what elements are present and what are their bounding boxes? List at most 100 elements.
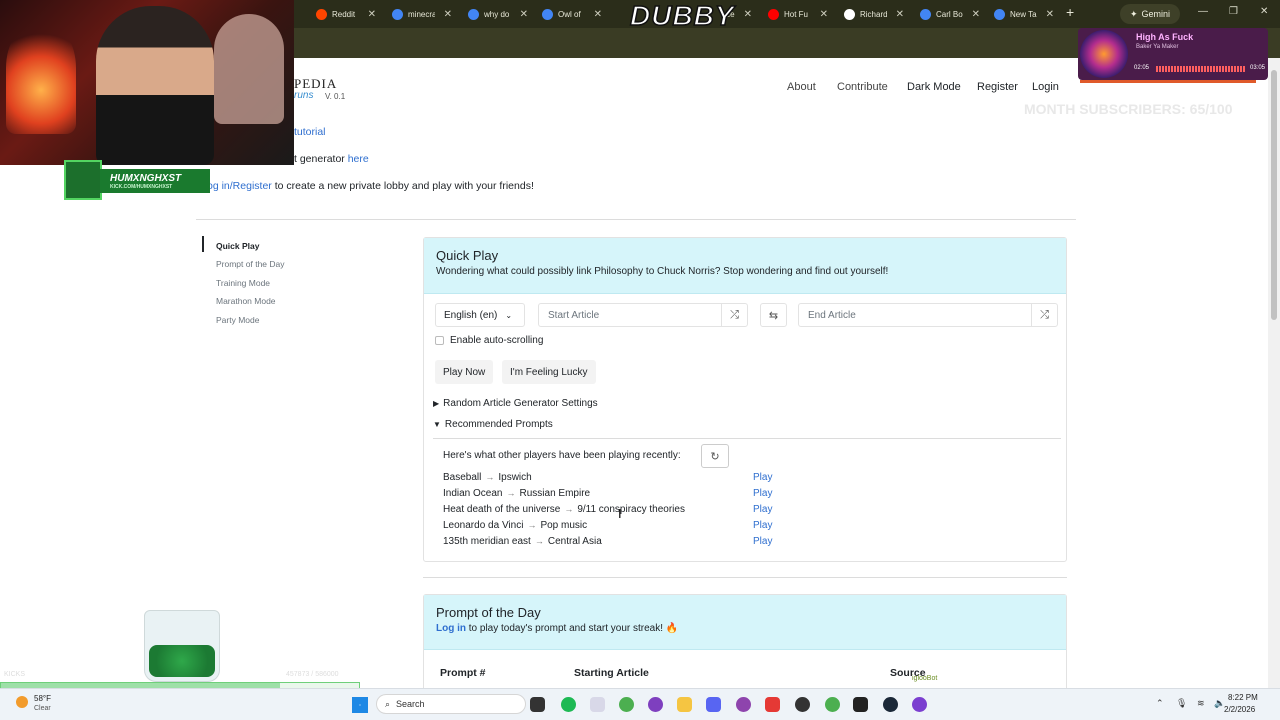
browser-tab[interactable]: Hot Fu ✕: [762, 4, 834, 24]
chrome-icon[interactable]: [619, 697, 634, 712]
quick-play-title: Quick Play: [436, 248, 499, 263]
tor-browser-icon[interactable]: [648, 697, 663, 712]
search-icon: ⌕: [385, 698, 391, 709]
taskbar-search[interactable]: ⌕ Search: [376, 694, 526, 714]
arrow-right-icon: →: [485, 472, 495, 482]
sidenav-training-mode[interactable]: Training Mode: [216, 278, 270, 288]
music-app-icon[interactable]: [590, 697, 605, 712]
browser-tab[interactable]: Owl of ✕: [536, 4, 608, 24]
browser-tab[interactable]: Richard ✕: [838, 4, 910, 24]
end-article-input[interactable]: End Article ⤮: [798, 303, 1058, 327]
close-tab-icon[interactable]: ✕: [820, 9, 828, 20]
caret-down-icon: ▼: [433, 420, 441, 429]
tray-chevron-icon[interactable]: ⌃: [1156, 698, 1164, 709]
browser-tab[interactable]: minecra ✕: [386, 4, 458, 24]
kick-badge: HUMXNGHXST KICK.COM/HUMXNGHXST: [64, 160, 210, 200]
obs-icon[interactable]: [795, 697, 810, 712]
nav-about[interactable]: About: [787, 81, 816, 93]
minimize-button[interactable]: —: [1198, 6, 1208, 17]
start-button[interactable]: [352, 697, 368, 713]
shuffle-start-icon[interactable]: ⤮: [721, 304, 747, 326]
browser-tab[interactable]: Carl Bo ✕: [914, 4, 986, 24]
play-link[interactable]: Play: [753, 472, 772, 483]
song-current-time: 02:05: [1134, 65, 1150, 71]
close-tab-icon[interactable]: ✕: [368, 9, 376, 20]
play-link[interactable]: Play: [753, 520, 772, 531]
weather-icon[interactable]: [16, 696, 28, 708]
page-scrollbar[interactable]: [1268, 58, 1280, 688]
column-header-prompt-number: Prompt #: [440, 667, 486, 679]
shuffle-end-icon[interactable]: ⤮: [1031, 304, 1057, 326]
wifi-icon[interactable]: ≋: [1197, 698, 1205, 709]
recent-prompts-label: Here's what other players have been play…: [443, 450, 681, 461]
discord-icon[interactable]: [706, 697, 721, 712]
close-tab-icon[interactable]: ✕: [1046, 9, 1054, 20]
tutorial-link[interactable]: tutorial: [294, 126, 326, 138]
close-tab-icon[interactable]: ✕: [444, 9, 452, 20]
play-now-button[interactable]: Play Now: [435, 360, 494, 384]
gemini-button[interactable]: ✦ Gemini: [1120, 4, 1181, 24]
close-tab-icon[interactable]: ✕: [520, 9, 528, 20]
browser-tab[interactable]: why do ✕: [462, 4, 534, 24]
microphone-icon[interactable]: 🎙: [1176, 698, 1187, 709]
spotify-icon[interactable]: [561, 697, 576, 712]
record-app-icon[interactable]: [765, 697, 780, 712]
start-article-input[interactable]: Start Article ⤮: [538, 303, 748, 327]
webcam-feed: [0, 0, 294, 165]
nav-dark-mode[interactable]: Dark Mode: [907, 81, 961, 93]
audio-waveform: [1156, 66, 1246, 72]
autoscroll-checkbox[interactable]: [435, 336, 444, 345]
close-window-button[interactable]: ✕: [1260, 6, 1268, 17]
chrome-active-icon[interactable]: [825, 697, 840, 712]
goal-right-label: 457873 / 586000: [286, 671, 339, 678]
language-select[interactable]: English (en) ⌄: [435, 303, 525, 327]
sidenav-prompt-of-the-day[interactable]: Prompt of the Day: [216, 259, 285, 269]
browser-tab[interactable]: Reddit ✕: [310, 4, 382, 24]
refresh-button[interactable]: ↻: [701, 444, 729, 468]
close-tab-icon[interactable]: ✕: [972, 9, 980, 20]
close-tab-icon[interactable]: ✕: [744, 9, 752, 20]
reddit-icon: [316, 8, 327, 20]
list-item: Baseball → Ipswich Play: [443, 472, 773, 483]
task-view-icon[interactable]: [530, 697, 545, 712]
recommended-prompts-toggle[interactable]: ▼ Recommended Prompts: [433, 419, 553, 430]
scrollbar-thumb[interactable]: [1271, 70, 1277, 320]
login-register-link[interactable]: og in/Register: [207, 180, 272, 192]
intro-tutorial-line: tutorial: [294, 126, 326, 138]
close-tab-icon[interactable]: ✕: [594, 9, 602, 20]
google-icon: [468, 8, 479, 20]
steam-icon[interactable]: [883, 697, 898, 712]
feeling-lucky-button[interactable]: I'm Feeling Lucky: [502, 360, 596, 384]
intro-login-line: og in/Register to create a new private l…: [207, 180, 534, 192]
arrow-right-icon: →: [506, 488, 516, 498]
sidenav-party-mode[interactable]: Party Mode: [216, 315, 259, 325]
arrow-right-icon: →: [534, 536, 544, 546]
taskbar-date[interactable]: 2/2/2026: [1224, 705, 1255, 714]
app-icon[interactable]: [912, 697, 927, 712]
file-explorer-icon[interactable]: [677, 697, 692, 712]
nav-register[interactable]: Register: [977, 81, 1018, 93]
google-icon: [542, 8, 553, 20]
play-link[interactable]: Play: [753, 488, 772, 499]
taskbar-time[interactable]: 8:22 PM: [1228, 693, 1258, 702]
play-link[interactable]: Play: [753, 536, 772, 547]
restore-button[interactable]: ❐: [1229, 6, 1238, 17]
song-total-time: 03:05: [1250, 65, 1266, 71]
sidenav-marathon-mode[interactable]: Marathon Mode: [216, 296, 276, 306]
nav-login[interactable]: Login: [1032, 81, 1059, 93]
column-header-starting-article: Starting Article: [574, 667, 649, 679]
browser-tab[interactable]: New Ta ✕: [988, 4, 1060, 24]
new-tab-button[interactable]: +: [1066, 4, 1074, 20]
swap-articles-button[interactable]: ⇆: [760, 303, 787, 327]
close-tab-icon[interactable]: ✕: [896, 9, 904, 20]
terminal-icon[interactable]: [853, 697, 868, 712]
tip-jar: [144, 610, 220, 682]
random-settings-toggle[interactable]: ▶ Random Article Generator Settings: [433, 398, 598, 409]
nav-contribute[interactable]: Contribute: [837, 81, 888, 93]
login-link[interactable]: Log in: [436, 623, 466, 634]
app-icon[interactable]: [736, 697, 751, 712]
play-link[interactable]: Play: [753, 504, 772, 515]
song-title: High As Fuck: [1136, 32, 1194, 42]
generator-link[interactable]: here: [348, 153, 369, 165]
sidenav-quick-play[interactable]: Quick Play: [216, 241, 259, 251]
